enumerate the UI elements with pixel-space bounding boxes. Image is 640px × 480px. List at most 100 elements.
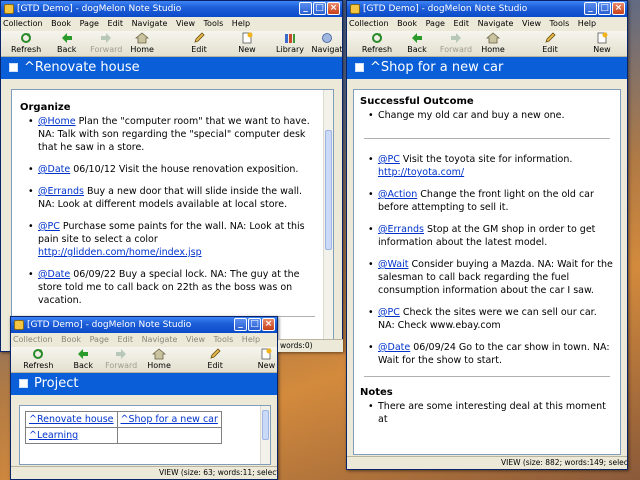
context-tag-link[interactable]: @Date xyxy=(38,164,70,175)
list-item: @PC Purchase some paints for the wall. N… xyxy=(20,220,319,259)
left-window-titlebar[interactable]: [GTD Demo] - dogMelon Note Studio _ □ × xyxy=(1,1,342,17)
new-button[interactable]: New xyxy=(591,32,613,54)
pencil-icon xyxy=(210,348,221,359)
window-title: [GTD Demo] - dogMelon Note Studio xyxy=(17,4,182,14)
forward-button[interactable]: Forward xyxy=(439,32,473,54)
menu-edit[interactable]: Edit xyxy=(108,19,124,28)
left-window-status-fragment: words:0) xyxy=(278,339,343,352)
window-title: [GTD Demo] - dogMelon Note Studio xyxy=(27,320,192,330)
project-link-shop-for-car[interactable]: ^Shop for a new car xyxy=(121,414,218,425)
project-link-renovate-house[interactable]: ^Renovate house xyxy=(29,414,114,425)
menu-book[interactable]: Book xyxy=(51,19,71,28)
new-button[interactable]: New xyxy=(238,32,256,54)
list-item: @Action Change the front light on the ol… xyxy=(360,188,614,214)
refresh-button[interactable]: Refresh xyxy=(11,32,41,54)
back-button[interactable]: Back xyxy=(70,348,97,370)
back-arrow-icon xyxy=(78,349,89,359)
forward-arrow-icon xyxy=(451,33,461,43)
menu-edit[interactable]: Edit xyxy=(118,335,134,344)
maximize-button[interactable]: □ xyxy=(313,2,326,15)
menu-book[interactable]: Book xyxy=(61,335,81,344)
note-content[interactable]: Organize @Home Plan the "computer room" … xyxy=(11,89,334,351)
context-tag-link[interactable]: @PC xyxy=(378,154,400,165)
maximize-button[interactable]: □ xyxy=(598,2,611,15)
home-button[interactable]: Home xyxy=(146,348,173,370)
minimize-button[interactable]: _ xyxy=(234,318,247,331)
note-icon xyxy=(9,63,18,72)
menu-view[interactable]: View xyxy=(522,19,541,28)
app-icon xyxy=(4,4,14,14)
minimize-button[interactable]: _ xyxy=(584,2,597,15)
edit-button[interactable]: Edit xyxy=(539,32,561,54)
menu-view[interactable]: View xyxy=(176,19,195,28)
toyota-link[interactable]: http://toyota.com/ xyxy=(378,167,464,178)
menu-navigate[interactable]: Navigate xyxy=(142,335,178,344)
vertical-scrollbar[interactable] xyxy=(323,90,333,350)
context-tag-link[interactable]: @Date xyxy=(38,269,70,280)
note-content[interactable]: Successful Outcome Change my old car and… xyxy=(353,89,621,455)
home-button[interactable]: Home xyxy=(130,32,154,54)
menu-navigate[interactable]: Navigate xyxy=(478,19,514,28)
close-button[interactable]: × xyxy=(612,2,625,15)
edit-button[interactable]: Edit xyxy=(190,32,208,54)
menu-collection[interactable]: Collection xyxy=(349,19,389,28)
status-text: words:0) xyxy=(280,341,313,350)
minimize-button[interactable]: _ xyxy=(299,2,312,15)
forward-button[interactable]: Forward xyxy=(105,348,138,370)
context-tag-link[interactable]: @Wait xyxy=(378,259,408,270)
back-button[interactable]: Back xyxy=(403,32,431,54)
menu-help[interactable]: Help xyxy=(242,335,260,344)
menu-tools[interactable]: Tools xyxy=(550,19,570,28)
glidden-link[interactable]: http://glidden.com/home/index.jsp xyxy=(38,247,202,258)
context-tag-link[interactable]: @Date xyxy=(378,342,410,353)
home-icon xyxy=(152,348,167,360)
menu-collection[interactable]: Collection xyxy=(3,19,43,28)
vertical-scrollbar[interactable] xyxy=(260,406,270,464)
context-tag-link[interactable]: @Errands xyxy=(378,224,424,235)
context-tag-link[interactable]: @PC xyxy=(378,307,400,318)
context-tag-link[interactable]: @Action xyxy=(378,189,417,200)
menu-tools[interactable]: Tools xyxy=(204,19,224,28)
menu-tools[interactable]: Tools xyxy=(214,335,234,344)
menu-help[interactable]: Help xyxy=(232,19,250,28)
close-button[interactable]: × xyxy=(327,2,340,15)
menu-help[interactable]: Help xyxy=(578,19,596,28)
navigate-icon xyxy=(322,33,332,43)
maximize-button[interactable]: □ xyxy=(248,318,261,331)
library-button[interactable]: Library xyxy=(276,32,304,54)
context-tag-link[interactable]: @Errands xyxy=(38,186,84,197)
window-title: [GTD Demo] - dogMelon Note Studio xyxy=(363,4,528,14)
forward-arrow-icon xyxy=(116,349,127,359)
menu-edit[interactable]: Edit xyxy=(454,19,470,28)
menu-collection[interactable]: Collection xyxy=(13,335,53,344)
home-button[interactable]: Home xyxy=(479,32,507,54)
menu-navigate[interactable]: Navigate xyxy=(132,19,168,28)
new-button[interactable]: New xyxy=(256,348,277,370)
close-button[interactable]: × xyxy=(262,318,275,331)
menu-page[interactable]: Page xyxy=(90,335,109,344)
list-item: @Wait Consider buying a Mazda. NA: Wait … xyxy=(360,258,614,297)
menu-page[interactable]: Page xyxy=(426,19,445,28)
forward-button[interactable]: Forward xyxy=(90,32,122,54)
edit-button[interactable]: Edit xyxy=(205,348,226,370)
right-window-titlebar[interactable]: [GTD Demo] - dogMelon Note Studio _ □ × xyxy=(347,1,627,17)
context-tag-link[interactable]: @PC xyxy=(38,221,60,232)
note-title: Project xyxy=(34,376,79,391)
toolbar: Refresh Back Forward Home Edit New xyxy=(347,31,627,57)
back-button[interactable]: Back xyxy=(55,32,78,54)
list-item: @Errands Stop at the GM shop in order to… xyxy=(360,223,614,249)
note-content[interactable]: ^Renovate house ^Shop for a new car ^Lea… xyxy=(19,405,271,465)
menu-page[interactable]: Page xyxy=(80,19,99,28)
context-tag-link[interactable]: @Home xyxy=(38,116,76,127)
project-window-titlebar[interactable]: [GTD Demo] - dogMelon Note Studio _ □ × xyxy=(11,317,277,333)
toolbar: Refresh Back Forward Home Edit New Libra… xyxy=(1,31,342,57)
navigate-button[interactable]: Navigat xyxy=(312,32,342,54)
menu-view[interactable]: View xyxy=(186,335,205,344)
menu-book[interactable]: Book xyxy=(397,19,417,28)
refresh-button[interactable]: Refresh xyxy=(359,32,395,54)
refresh-button[interactable]: Refresh xyxy=(21,348,56,370)
right-note-window: [GTD Demo] - dogMelon Note Studio _ □ × … xyxy=(346,0,628,470)
note-title-bar: ^Renovate house xyxy=(1,57,342,79)
project-link-learning[interactable]: ^Learning xyxy=(29,430,78,441)
list-item: There are some interesting deal at this … xyxy=(360,400,614,426)
